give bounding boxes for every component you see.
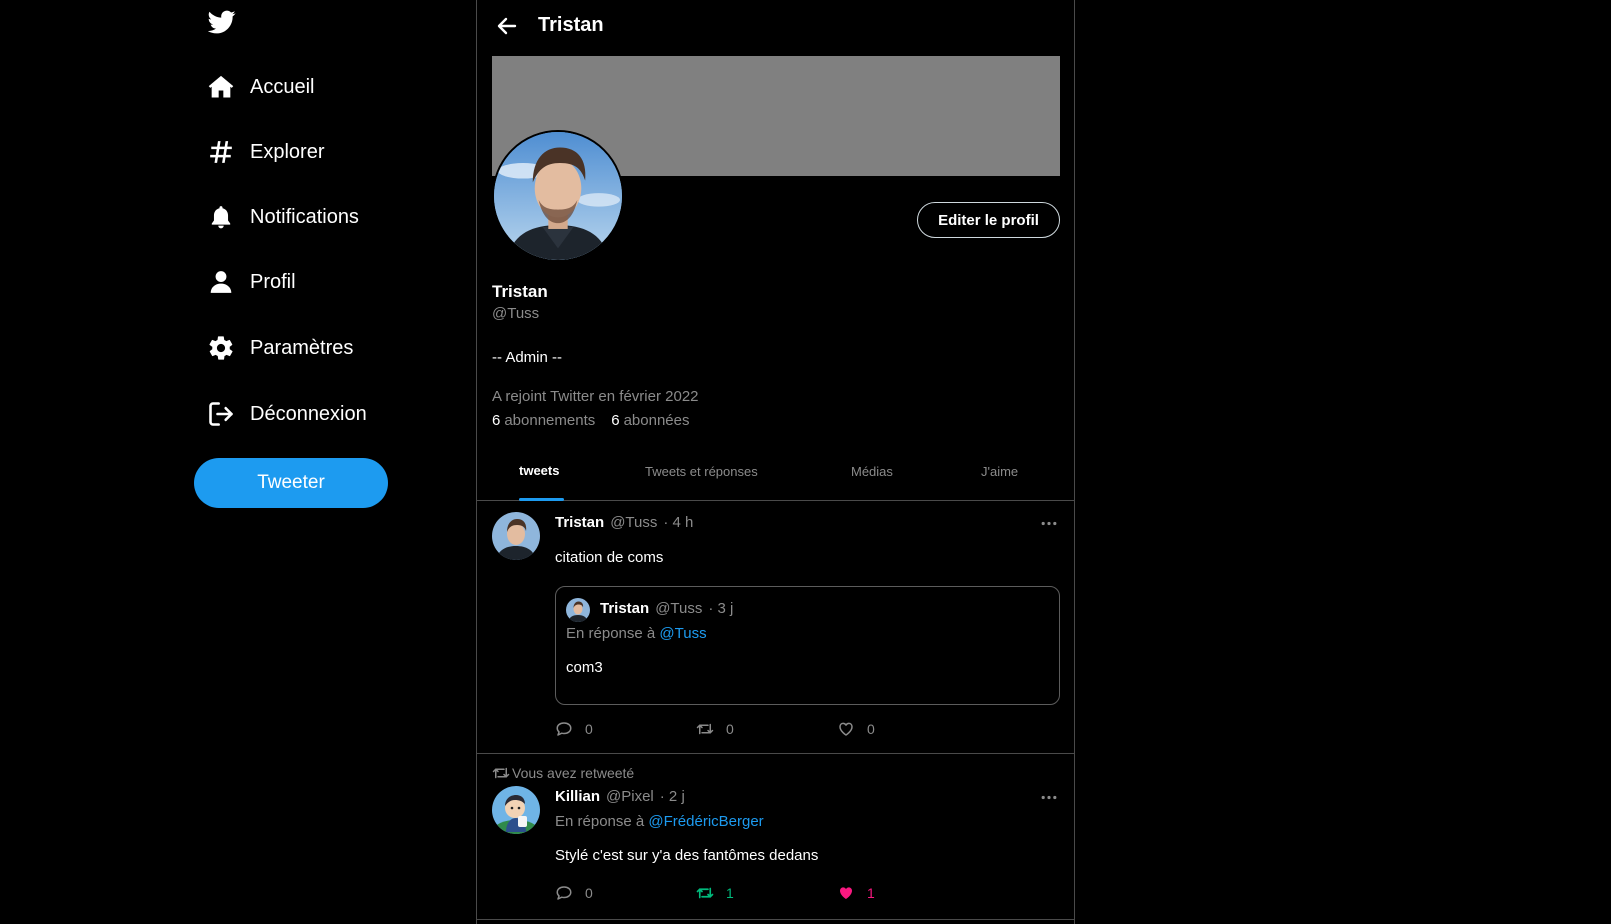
tweet-text: Stylé c'est sur y'a des fantômes dedans [555,847,819,864]
retweet-button[interactable]: 1 [696,884,837,902]
profile-joined-date: A rejoint Twitter en février 2022 [492,388,699,405]
followers-link[interactable]: 6 abonnées [611,412,689,429]
following-link[interactable]: 6 abonnements [492,412,595,429]
tweet-reply-to: En réponse à @FrédéricBerger [555,813,764,830]
like-count: 0 [867,721,875,737]
profile-bio: -- Admin -- [492,349,563,366]
reply-prefix: En réponse à [566,625,656,642]
quote-reply-to: En réponse à @Tuss [566,625,707,642]
tab-medias[interactable]: Médias [851,464,893,479]
avatar[interactable] [492,786,540,834]
tweet-author-handle: @Tuss [610,514,658,531]
sidebar-item-notifications[interactable]: Notifications [206,197,359,237]
sidebar-item-label: Notifications [250,205,359,228]
retweeted-text: Vous avez retweeté [512,765,635,781]
sidebar-item-label: Paramètres [250,336,354,359]
sidebar-item-explorer[interactable]: Explorer [206,132,324,172]
heart-icon [840,887,852,899]
tab-tweets-et-reponses[interactable]: Tweets et réponses [645,464,758,479]
reply-to-link[interactable]: @FrédéricBerger [648,813,763,830]
reply-count: 0 [585,721,593,737]
hashtag-icon [206,137,236,167]
bell-icon [206,202,236,232]
sidebar-item-label: Explorer [250,140,325,163]
retweet-icon [696,887,714,899]
reply-to-link[interactable]: @Tuss [659,625,706,642]
like-button[interactable]: 0 [837,720,978,738]
tweet-date: · 4 h [663,514,694,531]
logout-icon [206,399,236,429]
tweet-actions: 0 0 0 [555,720,978,738]
tweet[interactable]: Vous avez retweeté Killian @Pixel · 2 j … [477,754,1074,920]
sidebar-item-label: Accueil [250,75,315,98]
quote-author-name: Tristan [600,600,650,617]
profile-avatar[interactable] [492,130,624,262]
quote-header: Tristan @Tuss · 3 j [600,600,733,617]
edit-profile-button[interactable]: Editer le profil [917,202,1060,238]
retweet-icon [696,723,714,735]
tab-jaime[interactable]: J'aime [981,464,1018,479]
sidebar-item-parametres[interactable]: Paramètres [206,328,353,368]
reply-icon [556,886,572,900]
sidebar-item-label: Déconnexion [250,402,367,425]
quote-text: com3 [566,659,603,676]
tweet[interactable]: Tristan @Tuss · 4 h citation de coms Tri… [477,502,1074,754]
profile-header: Tristan [477,0,1074,52]
sidebar-item-profil[interactable]: Profil [206,262,296,302]
retweeted-label: Vous avez retweeté [492,764,634,782]
followers-count: 6 [611,412,620,429]
more-options-icon[interactable] [1038,789,1060,805]
like-count: 1 [867,885,875,901]
profile-column: Tristan Editer le profil Tristan @Tuss -… [476,0,1075,924]
like-button[interactable]: 1 [837,884,978,902]
following-count: 6 [492,412,501,429]
user-icon [206,267,236,297]
profile-handle: @Tuss [492,305,540,322]
heart-icon [839,722,853,736]
quote-author-handle: @Tuss [655,600,703,617]
tweet-button[interactable]: Tweeter [194,458,388,508]
retweet-count: 1 [726,885,734,901]
quote-date: · 3 j [708,600,734,617]
sidebar-item-accueil[interactable]: Accueil [206,67,314,107]
avatar [566,598,590,622]
reply-button[interactable]: 0 [555,720,696,738]
gear-icon [206,333,236,363]
profile-stats: 6 abonnements 6 abonnées [492,412,690,429]
tweet-header: Tristan @Tuss · 4 h [555,514,693,531]
sidebar-item-label: Profil [250,270,296,293]
retweet-icon [492,767,510,779]
tab-tweets[interactable]: tweets [519,463,559,478]
profile-tabs: tweets Tweets et réponses Médias J'aime [477,450,1074,501]
twitter-bird-icon[interactable] [207,8,236,36]
tweet-author-name[interactable]: Tristan [555,514,604,531]
following-label: abonnements [504,412,596,429]
tweet-actions: 0 1 1 [555,884,978,902]
more-options-icon[interactable] [1038,515,1060,531]
active-tab-indicator [519,498,564,501]
avatar[interactable] [492,512,540,560]
reply-prefix: En réponse à [555,813,645,830]
sidebar-item-deconnexion[interactable]: Déconnexion [206,394,367,434]
profile-name: Tristan [492,282,548,301]
tweet-text: citation de coms [555,549,664,566]
page-title: Tristan [538,14,604,36]
sidebar: Accueil Explorer Notifications Profil Pa… [0,0,476,924]
tweet-author-name[interactable]: Killian [555,788,600,805]
tweet-date: · 2 j [659,788,685,805]
home-icon [206,72,236,102]
tweet-author-handle: @Pixel [606,788,654,805]
reply-button[interactable]: 0 [555,884,696,902]
retweet-count: 0 [726,721,734,737]
tweet-header: Killian @Pixel · 2 j [555,788,685,805]
retweet-button[interactable]: 0 [696,720,837,738]
quoted-tweet[interactable]: Tristan @Tuss · 3 j En réponse à @Tuss c… [555,586,1060,705]
reply-icon [556,722,572,736]
back-arrow-icon[interactable] [495,14,519,38]
reply-count: 0 [585,885,593,901]
followers-label: abonnées [623,412,690,429]
